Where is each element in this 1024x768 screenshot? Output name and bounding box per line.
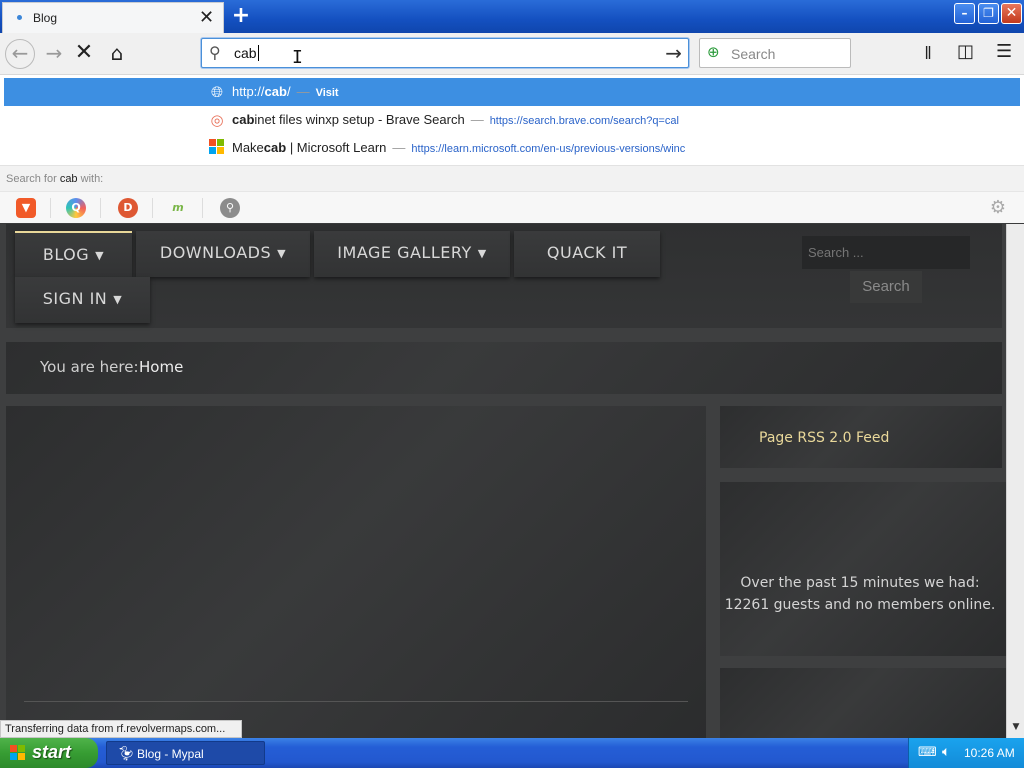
site-search-input[interactable] — [802, 236, 970, 269]
taskbar-item-label: Blog - Mypal — [137, 747, 204, 761]
close-tab-icon[interactable]: ✕ — [199, 7, 214, 28]
vertical-scrollbar[interactable]: ▼ — [1006, 224, 1024, 738]
text-cursor-icon: I — [292, 47, 303, 68]
separator — [100, 198, 101, 218]
windows-flag-icon — [10, 745, 26, 761]
browser-app-icon: 🦆︎ — [117, 745, 135, 761]
rss-module: Page RSS 2.0 Feed — [720, 406, 1002, 468]
clock[interactable]: 10:26 AM — [964, 746, 1015, 760]
taskbar-item-browser[interactable]: 🦆︎ Blog - Mypal — [106, 741, 265, 765]
site-search-button[interactable]: Search — [850, 271, 922, 303]
sidebar-module — [720, 668, 1006, 738]
loading-dot-icon — [17, 15, 22, 20]
breadcrumb-label: You are here: — [40, 358, 139, 376]
one-off-search-engines: ▼ Q D m ⚲ ⚙ — [0, 191, 1024, 223]
separator — [152, 198, 153, 218]
nav-quack-it[interactable]: QUACK IT — [514, 231, 660, 277]
rss-feed-link[interactable]: Page RSS 2.0 Feed — [759, 430, 889, 446]
divider — [24, 701, 688, 702]
separator — [50, 198, 51, 218]
restore-button[interactable]: ❐ — [978, 3, 999, 24]
start-button[interactable]: start — [0, 738, 98, 768]
text-caret — [257, 45, 259, 61]
home-button[interactable]: ⌂ — [103, 39, 131, 67]
title-bar: Blog ✕ + – ❐ ✕ — [0, 0, 1024, 33]
system-tray: ⌨ 🔈︎ 10:26 AM — [908, 738, 1024, 768]
tab-title: Blog — [33, 11, 58, 25]
chevron-down-icon: ▼ — [95, 249, 105, 262]
minimize-button[interactable]: – — [954, 3, 975, 24]
back-button[interactable]: ← — [5, 39, 35, 69]
nav-sign-in[interactable]: SIGN IN ▼ — [15, 277, 150, 323]
address-input[interactable]: cab — [234, 45, 257, 61]
search-bar-placeholder: Search — [731, 46, 776, 62]
nav-downloads[interactable]: DOWNLOADS ▼ — [136, 231, 310, 277]
nav-blog[interactable]: BLOG ▼ — [15, 231, 132, 277]
breadcrumb: You are here: Home — [6, 342, 1002, 394]
globe-icon: 🌐︎ — [210, 83, 223, 101]
microsoft-icon — [208, 139, 226, 157]
navigation-toolbar: ← → ✕ ⌂ ⚲ cab → ⊕ Search 𝍪 ◫ ☰ — [0, 33, 1024, 75]
keyboard-icon[interactable]: ⌨ — [918, 745, 937, 760]
mojeek-icon[interactable]: m — [168, 198, 188, 218]
status-bar: Transferring data from rf.revolvermaps.c… — [0, 720, 242, 738]
suggestion-visit[interactable]: 🌐︎ http://cab/— Visit — [4, 78, 1020, 106]
brave-search-icon: ◎ — [210, 111, 224, 129]
search-engine-icon[interactable]: ⚲ — [220, 198, 240, 218]
visitors-text: Over the past 15 minutes we had: 12261 g… — [724, 575, 996, 613]
search-bar[interactable]: ⊕ Search — [699, 38, 851, 68]
stop-button[interactable]: ✕ — [70, 39, 98, 67]
web-page: BLOG ▼ DOWNLOADS ▼ IMAGE GALLERY ▼ QUACK IT… — [0, 224, 1006, 738]
address-bar[interactable]: ⚲ cab → — [201, 38, 689, 68]
start-label: start — [32, 742, 72, 762]
separator — [202, 198, 203, 218]
add-search-engine-icon[interactable]: ⊕ — [707, 43, 720, 61]
duckduckgo-icon[interactable]: D — [118, 198, 138, 218]
chevron-down-icon: ▼ — [277, 247, 287, 260]
close-window-button[interactable]: ✕ — [1001, 3, 1022, 24]
visitors-module: Over the past 15 minutes we had: 12261 g… — [720, 482, 1006, 656]
taskbar: start 🦆︎ Blog - Mypal ⌨ 🔈︎ 10:26 AM — [0, 738, 1024, 768]
nav-image-gallery[interactable]: IMAGE GALLERY ▼ — [314, 231, 510, 277]
main-content — [6, 406, 706, 738]
scroll-down-arrow-icon[interactable]: ▼ — [1009, 722, 1023, 738]
go-arrow-icon[interactable]: → — [665, 41, 682, 65]
speaker-icon[interactable]: 🔈︎ — [942, 744, 950, 760]
menu-icon[interactable]: ☰ — [996, 41, 1012, 62]
search-for-label-row: Search for cab with: — [0, 165, 1024, 191]
suggestion-brave-search[interactable]: ◎ cabinet files winxp setup - Brave Sear… — [4, 106, 1020, 134]
address-suggestions-dropdown: 🌐︎ http://cab/— Visit ◎ cabinet files win… — [0, 75, 1024, 223]
tab-blog[interactable]: Blog ✕ — [2, 2, 224, 33]
breadcrumb-home: Home — [139, 358, 184, 376]
search-settings-gear-icon[interactable]: ⚙ — [988, 198, 1008, 218]
qwant-icon[interactable]: Q — [66, 198, 86, 218]
forward-button[interactable]: → — [40, 39, 68, 67]
new-tab-button[interactable]: + — [228, 2, 254, 30]
search-icon: ⚲ — [209, 43, 221, 62]
sidebar-icon[interactable]: ◫ — [957, 41, 974, 62]
library-icon[interactable]: 𝍪 — [925, 41, 931, 71]
suggestion-microsoft-learn[interactable]: Makecab | Microsoft Learn — https://learn.… — [4, 134, 1020, 162]
chevron-down-icon: ▼ — [113, 293, 123, 306]
brave-icon[interactable]: ▼ — [16, 198, 36, 218]
chevron-down-icon: ▼ — [477, 247, 487, 260]
